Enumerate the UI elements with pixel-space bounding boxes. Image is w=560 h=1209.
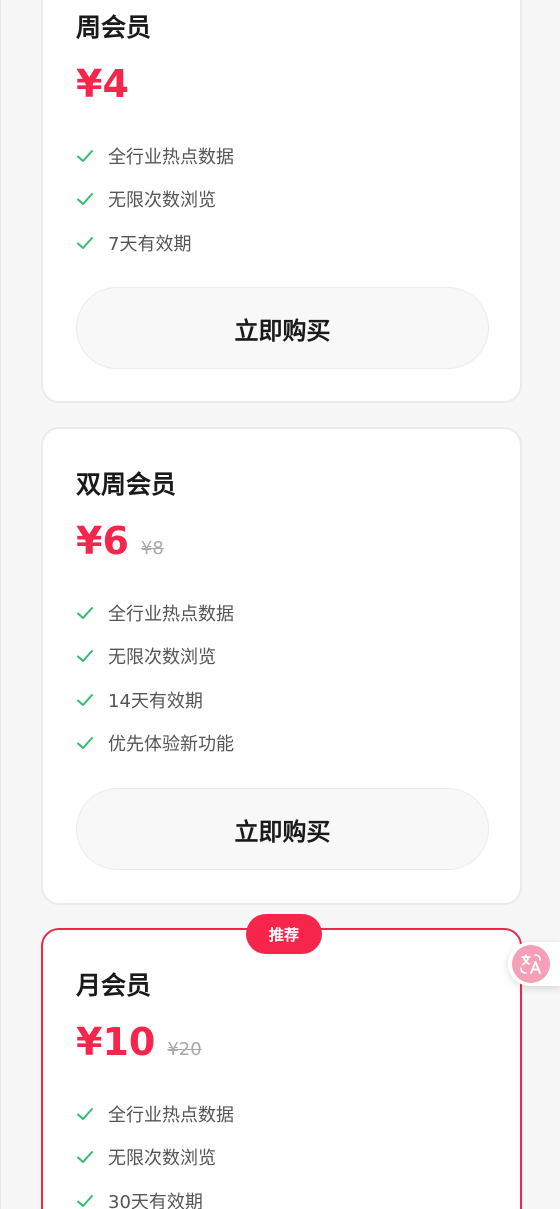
check-icon [77,1107,93,1120]
price-row: ¥6 ¥8 [76,519,164,563]
feature-label: 无限次数浏览 [108,647,216,669]
plan-title: 双周会员 [76,470,177,499]
feature-label: 全行业热点数据 [108,1104,234,1126]
check-icon [77,236,93,249]
plan-price: ¥10 [76,1020,156,1064]
original-price: ¥20 [167,1039,202,1060]
feature-list: 全行业热点数据 无限次数浏览 7天有效期 [76,134,234,265]
price-row: ¥10 ¥20 [76,1020,202,1064]
price-row: ¥4 [76,62,129,106]
plan-price: ¥4 [76,62,129,106]
buy-button[interactable]: 立即购买 [76,287,489,369]
check-icon [77,606,93,619]
plan-title: 周会员 [76,13,152,42]
feature-label: 全行业热点数据 [108,603,234,625]
plan-price: ¥6 [76,519,129,563]
translate-icon [512,945,550,983]
check-icon [77,149,93,162]
check-icon [77,193,93,206]
feature-label: 无限次数浏览 [108,1148,216,1170]
feature-label: 无限次数浏览 [108,190,216,212]
buy-button[interactable]: 立即购买 [76,788,489,870]
feature-item: 30天有效期 [76,1179,234,1209]
feature-item: 全行业热点数据 [76,134,234,178]
feature-label: 7天有效期 [108,233,192,255]
plan-card-biweekly: 双周会员 ¥6 ¥8 全行业热点数据 无限次数浏览 14天有效期 优先体验新功能 [41,427,522,905]
plan-card-monthly: 推荐 月会员 ¥10 ¥20 全行业热点数据 无限次数浏览 30天有效期 [41,914,522,1209]
feature-item: 无限次数浏览 [76,1136,234,1180]
check-icon [77,1194,93,1207]
check-icon [77,1151,93,1164]
feature-item: 全行业热点数据 [76,591,234,635]
original-price: ¥8 [140,538,164,559]
feature-label: 优先体验新功能 [108,734,234,756]
feature-label: 14天有效期 [108,690,203,712]
feature-list: 全行业热点数据 无限次数浏览 14天有效期 优先体验新功能 [76,591,234,765]
plan-card-weekly: 周会员 ¥4 全行业热点数据 无限次数浏览 7天有效期 立即购买 [41,0,522,403]
feature-item: 无限次数浏览 [76,178,234,222]
feature-item: 优先体验新功能 [76,722,234,766]
translate-button[interactable] [508,942,560,986]
feature-label: 全行业热点数据 [108,146,234,168]
page: 周会员 ¥4 全行业热点数据 无限次数浏览 7天有效期 立即购买 双周会员 ¥6… [0,0,560,1209]
feature-item: 7天有效期 [76,221,234,265]
plan-title: 月会员 [76,971,152,1000]
check-icon [77,650,93,663]
feature-list: 全行业热点数据 无限次数浏览 30天有效期 [76,1092,234,1209]
feature-label: 30天有效期 [108,1191,203,1209]
check-icon [77,693,93,706]
check-icon [77,737,93,750]
feature-item: 无限次数浏览 [76,635,234,679]
feature-item: 14天有效期 [76,678,234,722]
feature-item: 全行业热点数据 [76,1092,234,1136]
recommended-badge: 推荐 [246,914,322,954]
